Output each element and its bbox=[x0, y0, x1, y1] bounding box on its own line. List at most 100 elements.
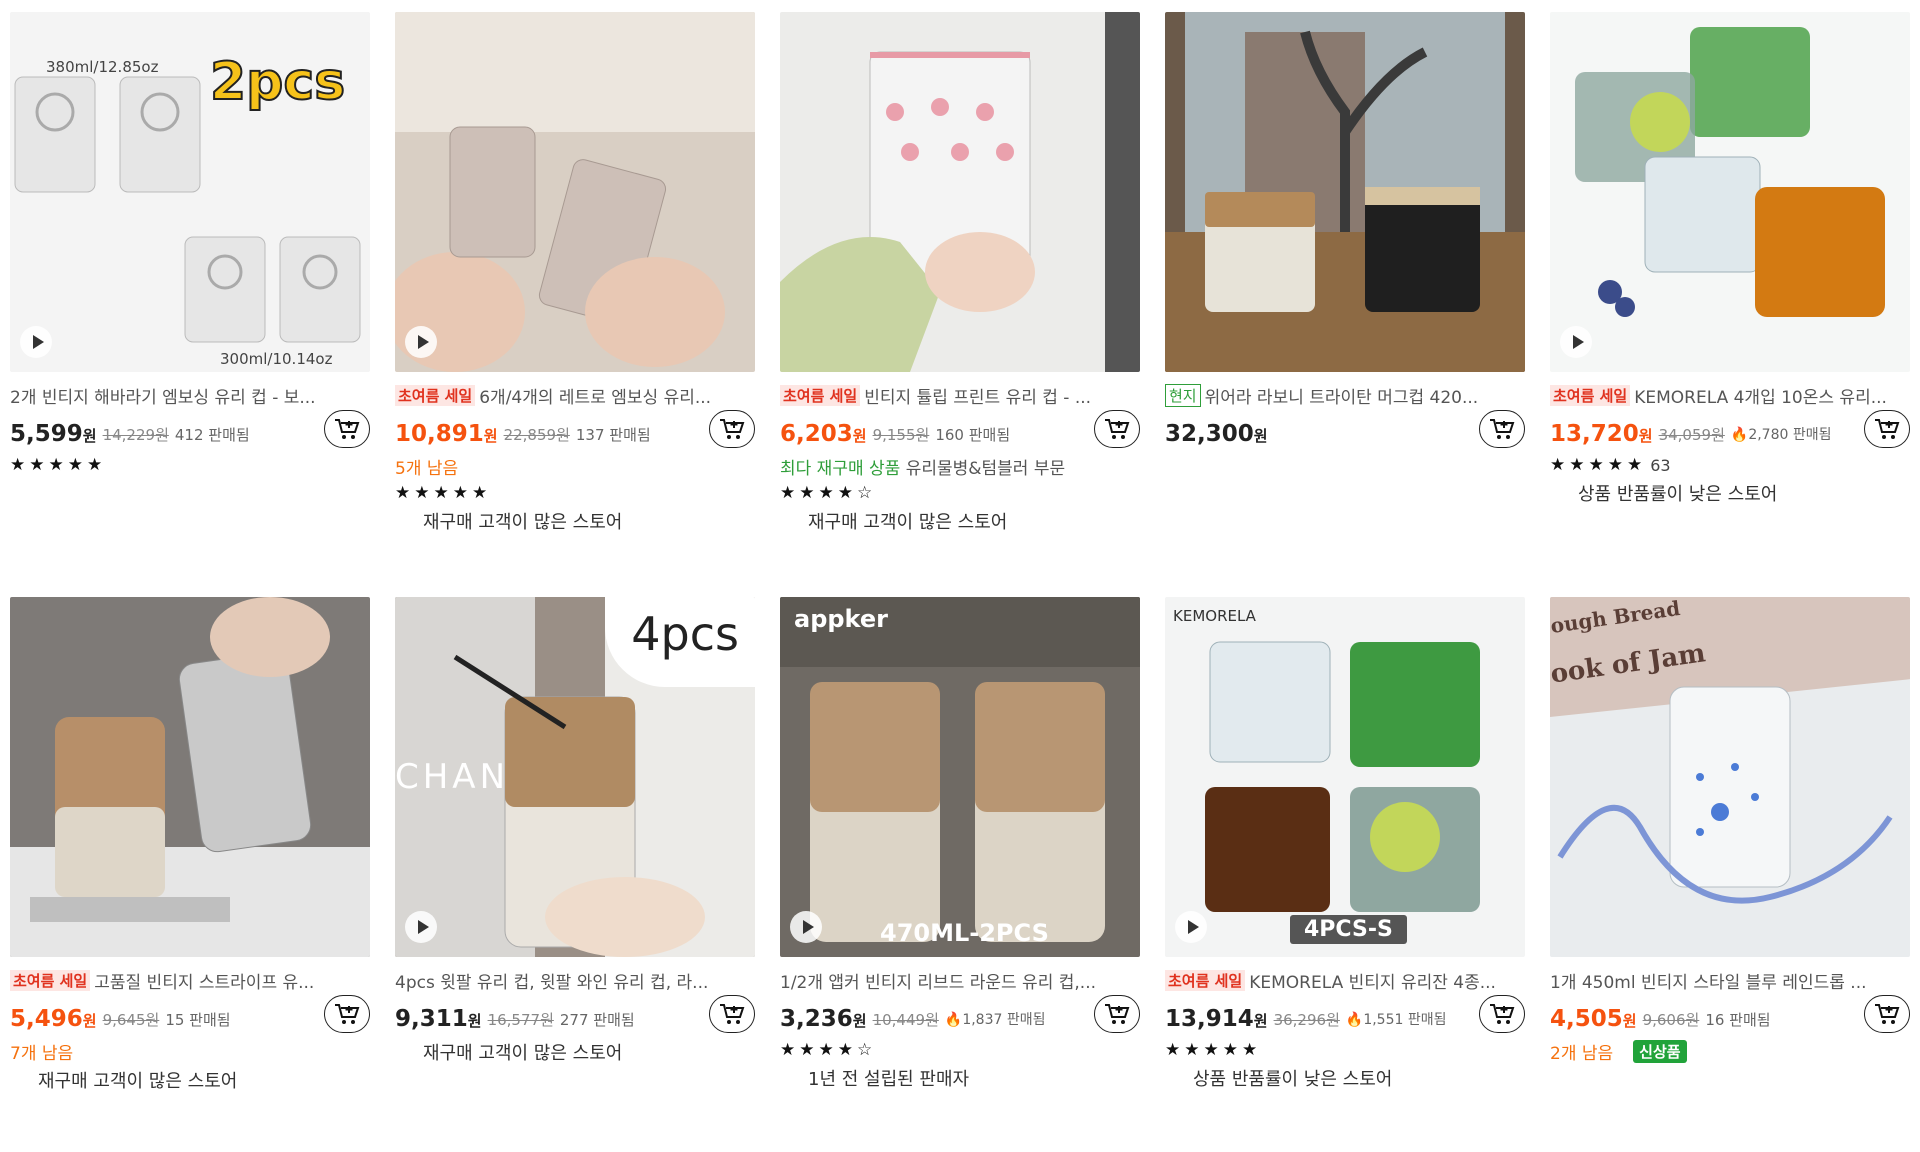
product-card[interactable]: 380ml/12.85oz 2pcs 300ml/10.14oz 2개 빈티지 … bbox=[10, 12, 370, 567]
original-price: 36,296원 bbox=[1273, 1010, 1340, 1029]
cart-plus-icon bbox=[1875, 1004, 1900, 1024]
hot-sold-count: 🔥1,551 판매됨 bbox=[1345, 1012, 1447, 1028]
capacity-label: 380ml/12.85oz bbox=[46, 58, 159, 76]
add-to-cart-button[interactable] bbox=[324, 995, 370, 1033]
product-photo bbox=[395, 12, 755, 372]
sale-badge: 초여름 세일 bbox=[1550, 384, 1631, 406]
product-title[interactable]: 초여름 세일 고품질 빈티지 스트라이프 유... bbox=[10, 967, 370, 993]
cart-plus-icon bbox=[1490, 1004, 1515, 1024]
product-title[interactable]: 2개 빈티지 해바라기 엠보싱 유리 컵 - 보... bbox=[10, 382, 370, 408]
product-image[interactable]: ough Bread ook of Jam bbox=[1550, 597, 1910, 957]
product-photo bbox=[780, 12, 1140, 372]
add-to-cart-button[interactable] bbox=[1864, 410, 1910, 448]
original-price: 14,229원 bbox=[102, 425, 169, 444]
flame-icon: 🔥 bbox=[1730, 427, 1749, 443]
play-icon[interactable] bbox=[20, 326, 52, 358]
stock-left: 5개 남음 bbox=[395, 458, 459, 479]
price-row: 5,496원 9,645원 15 판매됨 bbox=[10, 1001, 370, 1037]
product-card[interactable]: KEMORELA 4PCS-S 초여름 세일 KEMORELA 빈티지 유리잔 4… bbox=[1165, 597, 1525, 1152]
star-rating: ★★★★☆ bbox=[780, 483, 877, 503]
pcs-label: 4pcs bbox=[631, 607, 739, 661]
price-row: 10,891원 22,859원 137 판매됨 bbox=[395, 416, 755, 452]
product-title[interactable]: 초여름 세일 빈티지 튤립 프린트 유리 컵 - ... bbox=[780, 382, 1140, 408]
play-icon[interactable] bbox=[1175, 911, 1207, 943]
stock-left: 2개 남음 bbox=[1550, 1043, 1614, 1064]
product-image[interactable]: 380ml/12.85oz 2pcs 300ml/10.14oz bbox=[10, 12, 370, 372]
original-price: 9,645원 bbox=[102, 1010, 160, 1029]
product-card[interactable]: ough Bread ook of Jam 1개 450ml 빈티지 스타일 블… bbox=[1550, 597, 1910, 1152]
product-card[interactable]: 초여름 세일 KEMORELA 4개입 10온스 유리... 13,720원 34… bbox=[1550, 12, 1910, 567]
store-badge: 재구매 고객이 많은 스토어 bbox=[423, 512, 623, 533]
product-image[interactable]: KEMORELA 4PCS-S bbox=[1165, 597, 1525, 957]
cart-plus-icon bbox=[720, 419, 745, 439]
product-card[interactable]: 초여름 세일 고품질 빈티지 스트라이프 유... 5,496원 9,645원 1… bbox=[10, 597, 370, 1152]
stock-left: 7개 남음 bbox=[10, 1043, 74, 1064]
original-price: 9,606원 bbox=[1642, 1010, 1700, 1029]
add-to-cart-button[interactable] bbox=[1479, 995, 1525, 1033]
store-badge: 상품 반품률이 낮은 스토어 bbox=[1193, 1069, 1393, 1090]
product-image[interactable] bbox=[780, 12, 1140, 372]
add-to-cart-button[interactable] bbox=[1864, 995, 1910, 1033]
product-card[interactable]: 현지 위어라 라보니 트라이탄 머그컵 420... 32,300원 bbox=[1165, 12, 1525, 567]
product-title[interactable]: 초여름 세일 KEMORELA 4개입 10온스 유리... bbox=[1550, 382, 1910, 408]
price: 13,914원 bbox=[1165, 1006, 1268, 1032]
price-row: 6,203원 9,155원 160 판매됨 bbox=[780, 416, 1140, 452]
hot-sold-count: 🔥1,837 판매됨 bbox=[944, 1012, 1046, 1028]
product-image[interactable]: appker 470ML-2PCS bbox=[780, 597, 1140, 957]
add-to-cart-button[interactable] bbox=[324, 410, 370, 448]
pcs-label: 470ML-2PCS bbox=[880, 919, 1049, 947]
sold-count: 16 판매됨 bbox=[1705, 1010, 1771, 1029]
add-to-cart-button[interactable] bbox=[1094, 410, 1140, 448]
product-title[interactable]: 4pcs 윗팔 유리 컵, 윗팔 와인 유리 컵, 라... bbox=[395, 967, 755, 993]
play-icon[interactable] bbox=[790, 911, 822, 943]
play-icon[interactable] bbox=[405, 326, 437, 358]
pcs-label: 2pcs bbox=[209, 51, 346, 113]
product-image[interactable] bbox=[1165, 12, 1525, 372]
price: 4,505원 bbox=[1550, 1006, 1637, 1032]
add-to-cart-button[interactable] bbox=[1479, 410, 1525, 448]
add-to-cart-button[interactable] bbox=[709, 995, 755, 1033]
sold-count: 412 판매됨 bbox=[174, 425, 250, 444]
price: 32,300원 bbox=[1165, 421, 1268, 447]
product-image[interactable] bbox=[1550, 12, 1910, 372]
store-badge: 재구매 고객이 많은 스토어 bbox=[808, 512, 1008, 533]
sale-badge: 초여름 세일 bbox=[1165, 969, 1246, 991]
product-card[interactable]: 초여름 세일 빈티지 튤립 프린트 유리 컵 - ... 6,203원 9,155… bbox=[780, 12, 1140, 567]
price: 5,599원 bbox=[10, 421, 97, 447]
play-icon[interactable] bbox=[1560, 326, 1592, 358]
pcs-label: 4PCS-S bbox=[1290, 915, 1407, 944]
original-price: 10,449원 bbox=[872, 1010, 939, 1029]
price-row: 4,505원 9,606원 16 판매됨 bbox=[1550, 1001, 1910, 1037]
product-title[interactable]: 1/2개 앱커 빈티지 리브드 라운드 유리 컵,... bbox=[780, 967, 1140, 993]
product-card[interactable]: 초여름 세일 6개/4개의 레트로 엠보싱 유리... 10,891원 22,85… bbox=[395, 12, 755, 567]
play-icon[interactable] bbox=[405, 911, 437, 943]
price-row: 3,236원 10,449원 🔥1,837 판매됨 bbox=[780, 1001, 1140, 1037]
product-photo bbox=[1550, 12, 1910, 372]
product-image[interactable] bbox=[395, 12, 755, 372]
star-rating: ★★★★★ bbox=[10, 455, 107, 475]
sold-count: 277 판매됨 bbox=[559, 1010, 635, 1029]
product-image[interactable] bbox=[10, 597, 370, 957]
product-photo bbox=[780, 597, 1140, 957]
add-to-cart-button[interactable] bbox=[709, 410, 755, 448]
sale-badge: 초여름 세일 bbox=[395, 384, 476, 406]
price: 5,496원 bbox=[10, 1006, 97, 1032]
product-title[interactable]: 초여름 세일 6개/4개의 레트로 엠보싱 유리... bbox=[395, 382, 755, 408]
product-image[interactable]: 4pcs CHAN bbox=[395, 597, 755, 957]
sold-count: 137 판매됨 bbox=[575, 425, 651, 444]
price: 10,891원 bbox=[395, 421, 498, 447]
add-to-cart-button[interactable] bbox=[1094, 995, 1140, 1033]
cart-plus-icon bbox=[1105, 419, 1130, 439]
product-card[interactable]: appker 470ML-2PCS 1/2개 앱커 빈티지 리브드 라운드 유리… bbox=[780, 597, 1140, 1152]
product-title[interactable]: 초여름 세일 KEMORELA 빈티지 유리잔 4종... bbox=[1165, 967, 1525, 993]
price-row: 13,914원 36,296원 🔥1,551 판매됨 bbox=[1165, 1001, 1525, 1037]
product-card[interactable]: 4pcs CHAN 4pcs 윗팔 유리 컵, 윗팔 와인 유리 컵, 라...… bbox=[395, 597, 755, 1152]
cart-plus-icon bbox=[720, 1004, 745, 1024]
product-photo bbox=[1165, 12, 1525, 372]
product-title[interactable]: 1개 450ml 빈티지 스타일 블루 레인드롭 ... bbox=[1550, 967, 1910, 993]
background-sign: CHAN bbox=[395, 757, 509, 797]
product-title[interactable]: 현지 위어라 라보니 트라이탄 머그컵 420... bbox=[1165, 382, 1525, 408]
store-badge: 재구매 고객이 많은 스토어 bbox=[38, 1071, 238, 1092]
price-row: 32,300원 bbox=[1165, 416, 1525, 452]
price-row: 5,599원 14,229원 412 판매됨 bbox=[10, 416, 370, 452]
